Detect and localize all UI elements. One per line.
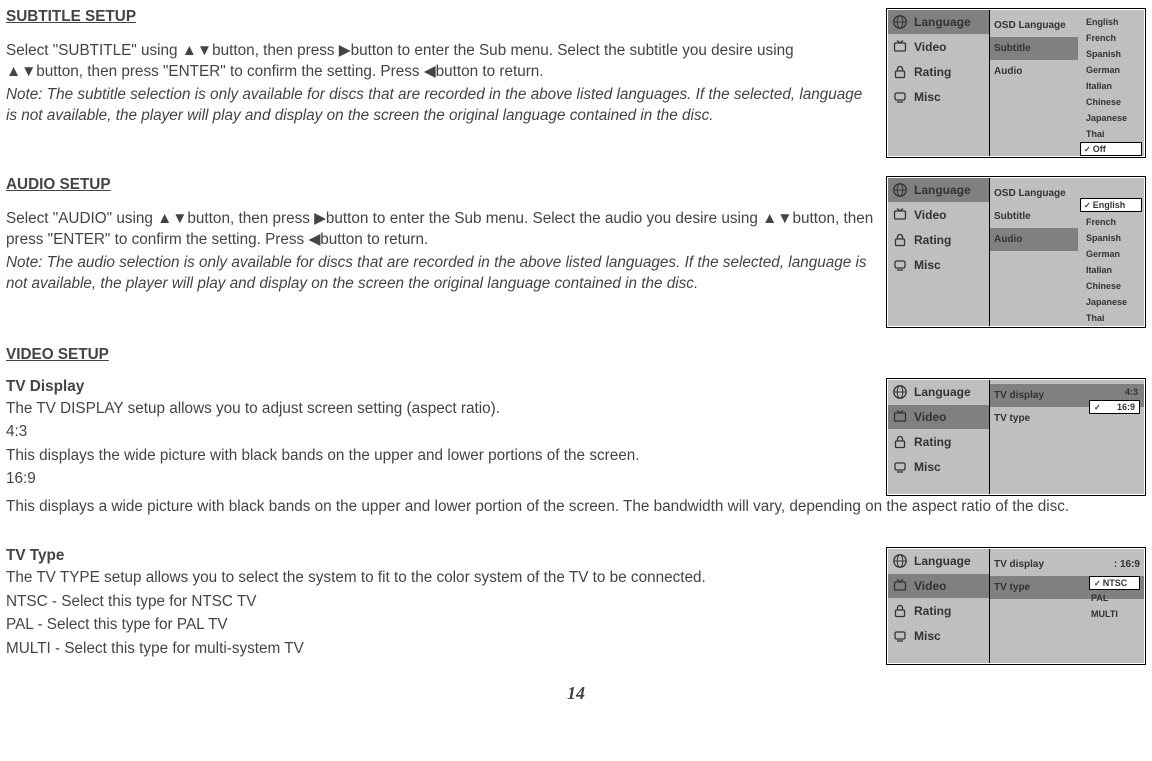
tv-display-l3: This displays the wide picture with blac…: [6, 445, 874, 466]
check-icon: ✓: [1094, 403, 1101, 412]
opt-german: German: [1078, 62, 1144, 78]
opt-off-selected: ✓Off: [1080, 142, 1142, 156]
tv-display-l5: This displays a wide picture with black …: [6, 496, 1146, 517]
check-icon: ✓: [1094, 579, 1101, 588]
cat-rating: Rating: [888, 430, 989, 455]
cat-misc: Misc: [888, 253, 989, 278]
lock-icon: [892, 434, 908, 450]
opt-japanese: Japanese: [1078, 110, 1144, 126]
sub-osd-language: OSD Language: [990, 14, 1078, 37]
opt-english: English: [1078, 14, 1144, 30]
osd-tv-type-panel: Language Video Rating Misc: [886, 547, 1146, 665]
cat-language: Language: [888, 380, 989, 405]
vidrow-tv-display: TV display : 16:9: [990, 553, 1144, 576]
opt-thai: Thai: [1078, 126, 1144, 142]
opt-german: German: [1078, 246, 1144, 262]
opt-french: French: [1078, 214, 1144, 230]
tv-display-l1: The TV DISPLAY setup allows you to adjus…: [6, 398, 874, 419]
opt-italian: Italian: [1078, 78, 1144, 94]
globe-icon: [892, 14, 908, 30]
tv-type-l2: NTSC - Select this type for NTSC TV: [6, 591, 874, 612]
globe-icon: [892, 553, 908, 569]
osd-audio-panel: Language Video Rating Misc: [886, 176, 1146, 328]
cat-video: Video: [888, 35, 989, 60]
heading-audio-setup: AUDIO SETUP: [6, 176, 874, 194]
osd-tv-display-panel: Language Video Rating Misc: [886, 378, 1146, 496]
cat-misc: Misc: [888, 85, 989, 110]
cat-misc: Misc: [888, 455, 989, 480]
opt-chinese: Chinese: [1078, 278, 1144, 294]
tv-display-l2: 4:3: [6, 421, 874, 442]
cat-rating: Rating: [888, 60, 989, 85]
subheading-tv-type: TV Type: [6, 547, 874, 565]
opt-spanish: Spanish: [1078, 230, 1144, 246]
opt-italian: Italian: [1078, 262, 1144, 278]
tv-icon: [892, 39, 908, 55]
misc-icon: [892, 257, 908, 273]
opt-pal: PAL: [1087, 590, 1142, 606]
opt-spanish: Spanish: [1078, 46, 1144, 62]
sub-osd-language: OSD Language: [990, 182, 1078, 205]
note-subtitle: Note: The subtitle selection is only ava…: [6, 85, 874, 126]
opt-ntsc-selected: ✓NTSC: [1089, 576, 1140, 590]
para-subtitle-instructions: Select "SUBTITLE" using ▲▼button, then p…: [6, 40, 874, 83]
opt-chinese: Chinese: [1078, 94, 1144, 110]
opt-japanese: Japanese: [1078, 294, 1144, 310]
misc-icon: [892, 628, 908, 644]
misc-icon: [892, 89, 908, 105]
opt-43: 4:3: [1087, 384, 1142, 400]
check-icon: ✓: [1084, 201, 1091, 210]
cat-misc: Misc: [888, 624, 989, 649]
cat-language: Language: [888, 10, 989, 35]
heading-video-setup: VIDEO SETUP: [6, 346, 1146, 364]
tv-type-l1: The TV TYPE setup allows you to select t…: [6, 567, 874, 588]
tv-icon: [892, 207, 908, 223]
heading-subtitle-setup: SUBTITLE SETUP: [6, 8, 874, 26]
osd-subtitle-panel: Language Video Rating Misc: [886, 8, 1146, 158]
opt-french: French: [1078, 30, 1144, 46]
check-icon: ✓: [1084, 145, 1091, 154]
tv-type-l3: PAL - Select this type for PAL TV: [6, 614, 874, 635]
opt-english-selected: ✓English: [1080, 198, 1142, 212]
subheading-tv-display: TV Display: [6, 378, 874, 396]
opt-thai: Thai: [1078, 310, 1144, 326]
lock-icon: [892, 603, 908, 619]
lock-icon: [892, 64, 908, 80]
cat-video: Video: [888, 405, 989, 430]
cat-language: Language: [888, 178, 989, 203]
tv-display-l4: 16:9: [6, 468, 874, 489]
sub-subtitle: Subtitle: [990, 205, 1078, 228]
sub-audio: Audio: [990, 228, 1078, 251]
sub-subtitle: Subtitle: [990, 37, 1078, 60]
sub-audio: Audio: [990, 60, 1078, 83]
cat-rating: Rating: [888, 599, 989, 624]
cat-video: Video: [888, 203, 989, 228]
cat-language: Language: [888, 549, 989, 574]
cat-video: Video: [888, 574, 989, 599]
tv-icon: [892, 409, 908, 425]
cat-rating: Rating: [888, 228, 989, 253]
para-audio-instructions: Select "AUDIO" using ▲▼button, then pres…: [6, 208, 874, 251]
tv-type-l4: MULTI - Select this type for multi-syste…: [6, 638, 874, 659]
tv-icon: [892, 578, 908, 594]
globe-icon: [892, 384, 908, 400]
opt-multi: MULTI: [1087, 606, 1142, 622]
note-audio: Note: The audio selection is only availa…: [6, 253, 874, 294]
page-number: 14: [6, 683, 1146, 704]
globe-icon: [892, 182, 908, 198]
misc-icon: [892, 459, 908, 475]
opt-169-selected: ✓16:9: [1089, 400, 1140, 414]
lock-icon: [892, 232, 908, 248]
